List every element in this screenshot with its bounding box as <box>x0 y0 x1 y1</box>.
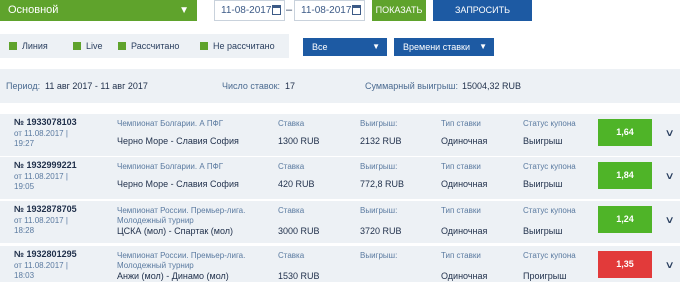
bet-date: от 11.08.2017 | 18:03 <box>14 261 68 280</box>
coupon-status-value: Выигрыш <box>523 226 563 236</box>
chevron-down-icon[interactable]: ∨ <box>665 128 675 139</box>
stake-value: 420 RUB <box>278 179 315 189</box>
chevron-down-icon: ▼ <box>372 42 380 51</box>
win-header: Выигрыш: <box>360 162 398 171</box>
win-header: Выигрыш: <box>360 119 398 128</box>
date-to-value: 11-08-2017 <box>301 5 352 16</box>
request-history-button[interactable]: ЗАПРОСИТЬ ИСТОРИЮ <box>433 0 532 36</box>
filter-label: Линия <box>22 41 48 51</box>
bet-match: Черно Море - Славия София <box>117 136 239 146</box>
calendar-icon[interactable] <box>272 5 281 15</box>
checkbox-checked-icon[interactable] <box>9 42 17 50</box>
bet-type-select[interactable]: Основной ▼ <box>0 0 197 21</box>
total-win-value: 15004,32 RUB <box>462 81 522 91</box>
bet-row[interactable]: № 1933078103 от 11.08.2017 | 19:27 Чемпи… <box>0 114 680 156</box>
chevron-down-icon[interactable]: ∨ <box>665 260 675 271</box>
bet-type-select-value: Основной <box>8 4 59 16</box>
bet-date: от 11.08.2017 | 18:28 <box>14 216 68 235</box>
bet-type-value: Одиночная <box>441 271 488 281</box>
filter-label: Не рассчитано <box>213 41 275 51</box>
sort-dropdown-value: Времени ставки <box>403 42 470 52</box>
filter-unsettled-checkbox[interactable]: Не рассчитано <box>200 40 275 52</box>
summary-bar: Период: 11 авг 2017 - 11 авг 2017 Число … <box>0 69 680 103</box>
toolbar: Основной ▼ 11-08-2017 – 11-08-2017 ПОКАЗ… <box>0 0 680 36</box>
bet-count-value: 17 <box>285 81 296 91</box>
coupon-status-value: Выигрыш <box>523 179 563 189</box>
period-value: 11 авг 2017 - 11 авг 2017 <box>45 81 148 91</box>
filter-live-checkbox[interactable]: Live <box>73 40 103 52</box>
bet-type-header: Тип ставки <box>441 206 481 215</box>
stake-header: Ставка <box>278 162 305 171</box>
bet-count-label: Число ставок: <box>222 81 281 91</box>
checkbox-checked-icon[interactable] <box>73 42 81 50</box>
chevron-down-icon: ▼ <box>179 5 189 16</box>
bet-type-header: Тип ставки <box>441 162 481 171</box>
bet-championship: Чемпионат Болгарии. А ПФГ <box>117 119 224 128</box>
bet-number[interactable]: № 1932999221 <box>14 160 77 170</box>
coupon-status-header: Статус купона <box>523 119 576 128</box>
bet-date: от 11.08.2017 | 19:05 <box>14 172 68 191</box>
show-button[interactable]: ПОКАЗАТЬ <box>372 0 426 21</box>
bet-championship: Чемпионат Болгарии. А ПФГ <box>117 162 224 171</box>
chevron-down-icon[interactable]: ∨ <box>665 215 675 226</box>
win-header: Выигрыш: <box>360 206 398 215</box>
bet-type-value: Одиночная <box>441 136 488 146</box>
stake-header: Ставка <box>278 206 305 215</box>
coefficient-badge: 1,64 <box>598 119 652 146</box>
filter-line-checkbox[interactable]: Линия <box>9 40 48 52</box>
date-separator: – <box>286 4 293 16</box>
coefficient-badge: 1,35 <box>598 251 652 278</box>
bet-type-value: Одиночная <box>441 179 488 189</box>
filter-label: Live <box>86 41 103 51</box>
bet-type-header: Тип ставки <box>441 251 481 260</box>
checkbox-checked-icon[interactable] <box>118 42 126 50</box>
coefficient-badge: 1,24 <box>598 206 652 233</box>
bet-number[interactable]: № 1933078103 <box>14 117 77 127</box>
bet-row[interactable]: № 1932878705 от 11.08.2017 | 18:28 Чемпи… <box>0 201 680 243</box>
win-value: 772,8 RUB <box>360 179 405 189</box>
total-win-label: Суммарный выигрыш: <box>365 81 459 91</box>
bet-row[interactable]: № 1932801295 от 11.08.2017 | 18:03 Чемпи… <box>0 246 680 282</box>
bet-number[interactable]: № 1932878705 <box>14 204 77 214</box>
coefficient-badge: 1,84 <box>598 162 652 189</box>
date-from-input[interactable]: 11-08-2017 <box>214 0 285 21</box>
bet-type-value: Одиночная <box>441 226 488 236</box>
chevron-down-icon[interactable]: ∨ <box>665 171 675 182</box>
bet-championship: Чемпионат России. Премьер-лига. Молодежн… <box>117 206 246 225</box>
bet-match: Анжи (мол) - Динамо (мол) <box>117 271 229 281</box>
coupon-status-value: Выигрыш <box>523 136 563 146</box>
bet-match: Черно Море - Славия София <box>117 179 239 189</box>
coupon-status-header: Статус купона <box>523 251 576 260</box>
period-label: Период: <box>6 81 41 91</box>
coupon-status-value: Проигрыш <box>523 271 567 281</box>
checkbox-checked-icon[interactable] <box>200 42 208 50</box>
sort-dropdown[interactable]: Времени ставки ▼ <box>394 38 494 56</box>
chevron-down-icon: ▼ <box>479 42 487 51</box>
filter-label: Рассчитано <box>131 41 180 51</box>
status-dropdown[interactable]: Все ▼ <box>303 38 387 56</box>
stake-value: 1530 RUB <box>278 271 320 281</box>
date-from-value: 11-08-2017 <box>221 5 272 16</box>
bet-number[interactable]: № 1932801295 <box>14 249 77 259</box>
stake-value: 3000 RUB <box>278 226 320 236</box>
win-value: 2132 RUB <box>360 136 402 146</box>
coupon-status-header: Статус купона <box>523 206 576 215</box>
filter-settled-checkbox[interactable]: Рассчитано <box>118 40 179 52</box>
stake-header: Ставка <box>278 251 305 260</box>
coupon-status-header: Статус купона <box>523 162 576 171</box>
bet-date: от 11.08.2017 | 19:27 <box>14 129 68 148</box>
stake-header: Ставка <box>278 119 305 128</box>
bet-match: ЦСКА (мол) - Спартак (мол) <box>117 226 234 236</box>
bet-type-header: Тип ставки <box>441 119 481 128</box>
calendar-icon[interactable] <box>352 5 361 15</box>
date-to-input[interactable]: 11-08-2017 <box>294 0 365 21</box>
win-value: 3720 RUB <box>360 226 402 236</box>
stake-value: 1300 RUB <box>278 136 320 146</box>
filter-checkboxes: Линия Live Рассчитано Не рассчитано <box>0 34 289 58</box>
bet-row[interactable]: № 1932999221 от 11.08.2017 | 19:05 Чемпи… <box>0 157 680 199</box>
win-header: Выигрыш: <box>360 251 398 260</box>
bet-championship: Чемпионат России. Премьер-лига. Молодежн… <box>117 251 246 270</box>
status-dropdown-value: Все <box>312 42 328 52</box>
